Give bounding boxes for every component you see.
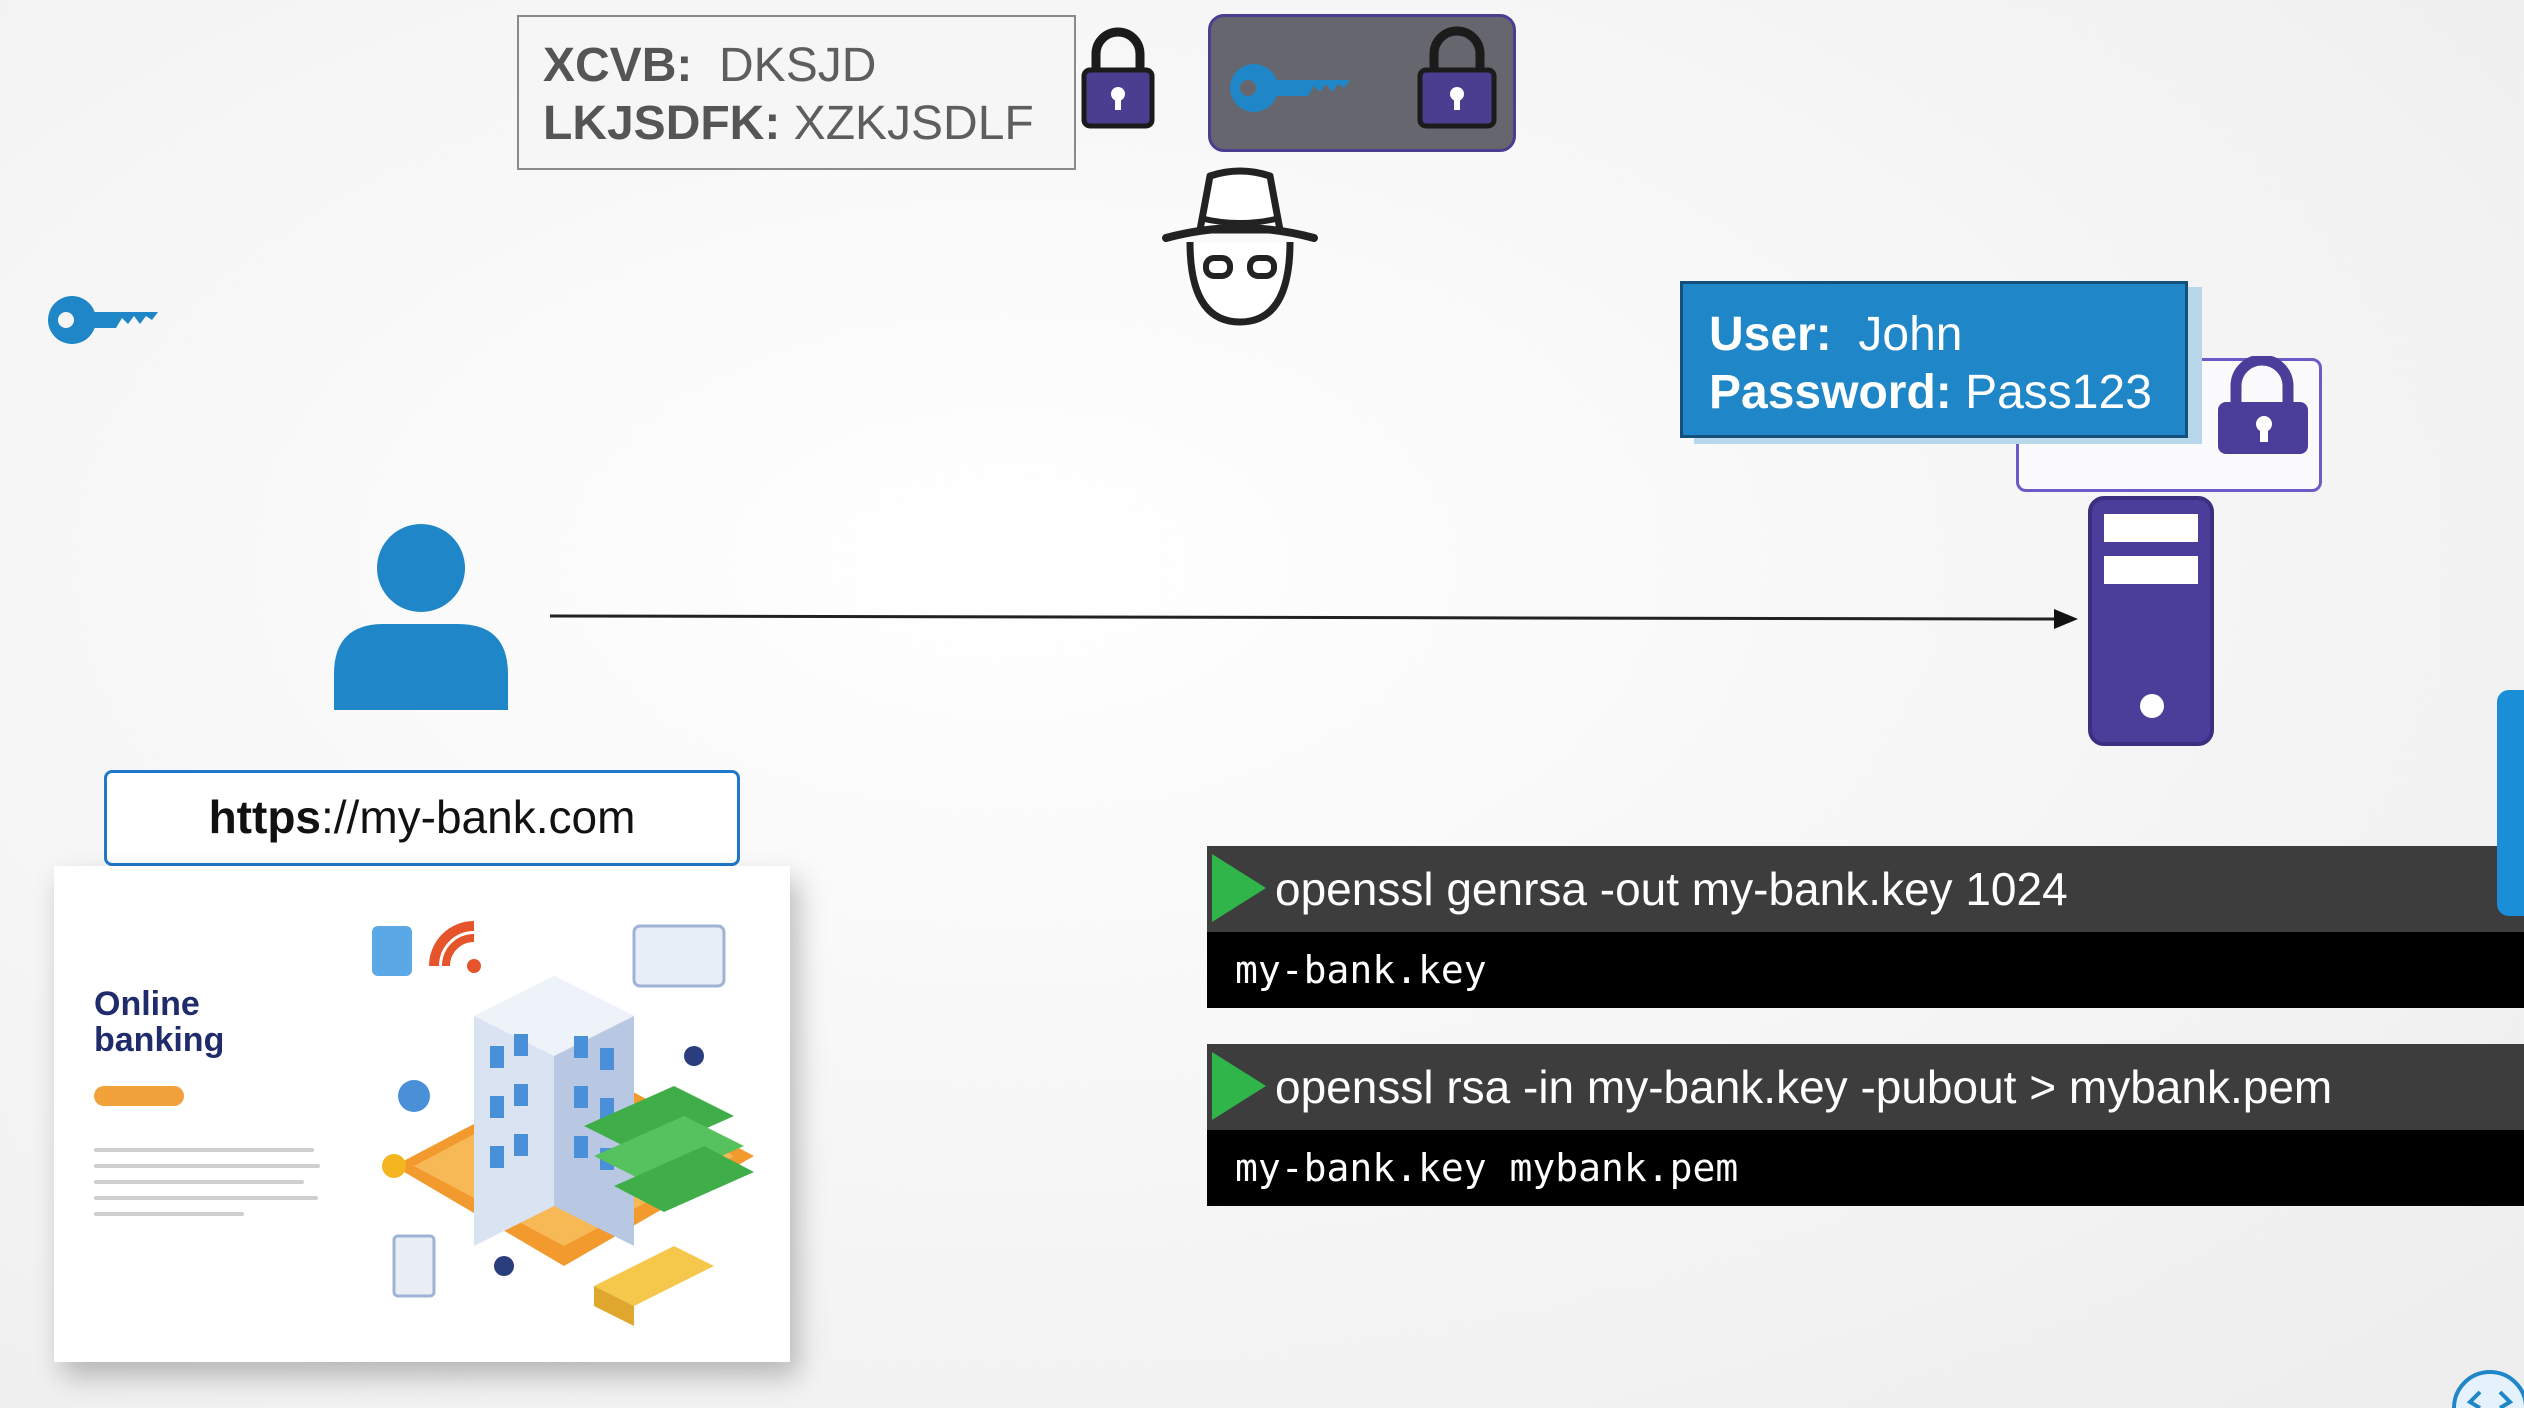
connection-arrow (549, 609, 2078, 629)
user-icon (334, 524, 508, 710)
server-icon (2088, 496, 2214, 746)
website-text-line (94, 1196, 318, 1200)
user-value: John (1858, 308, 1963, 361)
url-address: ://my-bank.com (321, 791, 636, 843)
key-icon (48, 296, 158, 344)
terminal-output-text-2: my-bank.key mybank.pem (1235, 1146, 1739, 1190)
encrypted-line-1: XCVB: DKSJD (543, 37, 1074, 95)
terminal-command-text-1: openssl genrsa -out my-bank.key 1024 (1275, 863, 2068, 915)
encrypted-line-2: LKJSDFK: XZKJSDLF (543, 95, 1074, 153)
hacker-icon (1162, 167, 1318, 326)
website-text-line (94, 1148, 314, 1152)
password-value: Pass123 (1965, 366, 2152, 419)
play-icon (1212, 1052, 1266, 1120)
website-get-started-button[interactable] (94, 1086, 184, 1106)
website-preview: Online banking (54, 866, 790, 1362)
encrypted-value-1: DKSJD (719, 39, 877, 92)
website-text-line (94, 1164, 320, 1168)
website-title-line-1: Online (94, 985, 200, 1023)
user-label: User: (1709, 308, 1832, 361)
encrypted-key-2: LKJSDFK: (543, 97, 781, 150)
url-scheme: https (208, 791, 321, 843)
terminal-output-text-1: my-bank.key (1235, 948, 1487, 992)
credentials-box: User: John Password: Pass123 (1680, 281, 2188, 438)
key-icon (1230, 64, 1350, 112)
lock-icon (2218, 356, 2308, 454)
terminal-command-1: openssl genrsa -out my-bank.key 1024 (1207, 846, 2524, 932)
side-panel-tab[interactable] (2497, 690, 2524, 916)
terminal-output-2: my-bank.key mybank.pem (1207, 1130, 2524, 1206)
password-label: Password: (1709, 366, 1952, 419)
url-bar[interactable]: https://my-bank.com (104, 770, 740, 866)
credentials-user-row: User: John (1709, 306, 2185, 364)
encrypted-value-2: XZKJSDLF (793, 97, 1034, 150)
code-logo-icon (2452, 1370, 2524, 1408)
terminal-command-text-2: openssl rsa -in my-bank.key -pubout > my… (1275, 1061, 2333, 1113)
lock-icon (1081, 27, 1155, 129)
website-text-line (94, 1212, 244, 1216)
lock-icon (1417, 26, 1497, 129)
website-title: Online banking (94, 986, 224, 1058)
banking-illustration (372, 921, 754, 1326)
play-icon (1212, 854, 1266, 922)
terminal-command-2: openssl rsa -in my-bank.key -pubout > my… (1207, 1044, 2524, 1130)
website-text-line (94, 1180, 304, 1184)
encrypted-key-1: XCVB: (543, 39, 693, 92)
encrypted-data-box: XCVB: DKSJD LKJSDFK: XZKJSDLF (517, 15, 1076, 170)
website-title-line-2: banking (94, 1021, 225, 1059)
credentials-password-row: Password: Pass123 (1709, 364, 2185, 422)
terminal-output-1: my-bank.key (1207, 932, 2524, 1008)
